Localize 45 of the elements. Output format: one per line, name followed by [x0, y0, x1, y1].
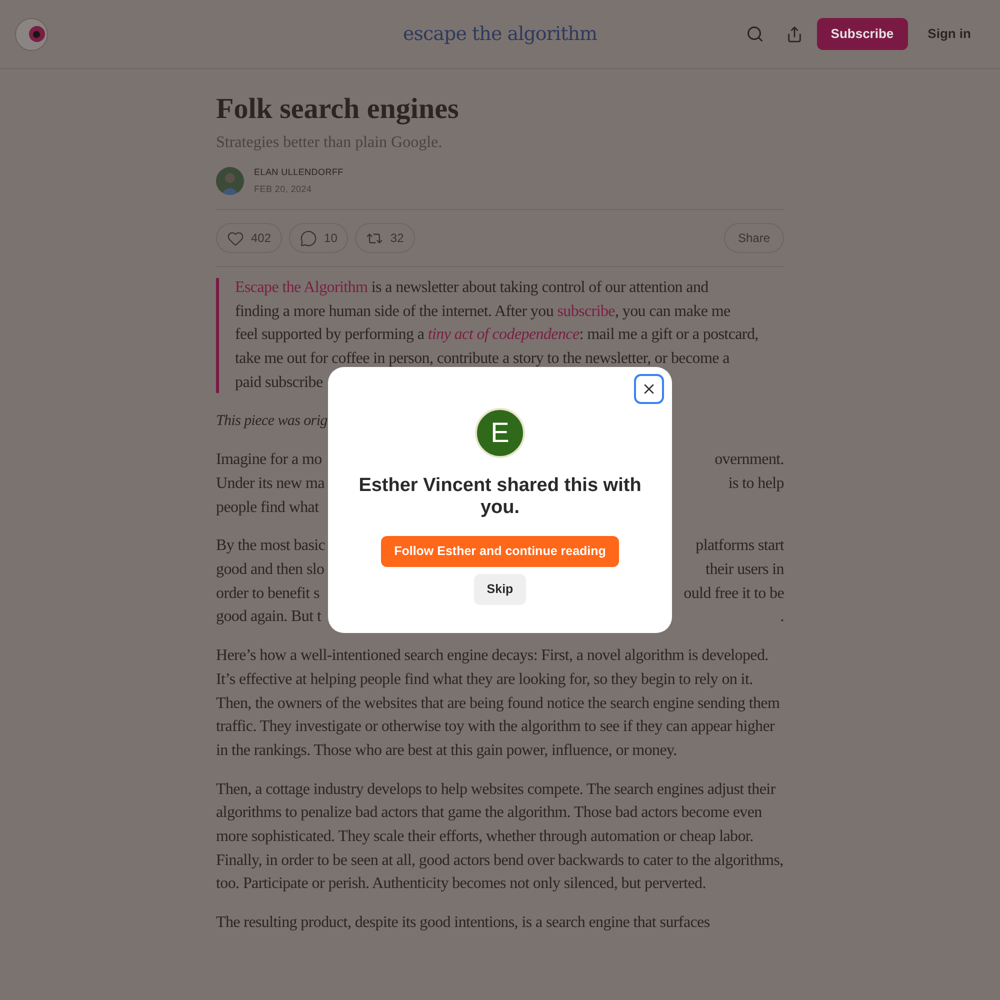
paragraph-text: Imagine for a mo	[216, 450, 322, 470]
link[interactable]: subscribe	[557, 302, 615, 320]
author-avatar[interactable]	[216, 167, 244, 195]
link[interactable]: tiny act of codependence	[428, 326, 580, 344]
paragraph-text: good again. But t	[216, 607, 322, 628]
paragraph-text: Then, a cottage industry develops to help websites compete. The search engines adjust their algorithms to penalize bad actors that game the algorithm. Those bad actors become even more sophisticated. They scale their efforts, whether through automation or cheap labor. Finally, in order to be seen at all, good actors bend over backwards to cater to the algorithms, too. Participate or perish. Authenticity becomes not only silenced, but perverted.	[216, 780, 784, 894]
paragraph-text: order to benefit s	[216, 584, 320, 604]
article-title: Folk search engines	[216, 92, 460, 127]
close-button[interactable]	[634, 374, 664, 404]
callout-text: paid subscribe	[235, 372, 323, 393]
share-button[interactable]: Share	[724, 223, 784, 253]
dialog-heading: Esther Vincent shared this with you.	[358, 475, 642, 519]
sign-in-button[interactable]: Sign in	[914, 18, 985, 50]
paragraph-text: Here’s how a well-intentioned search engine decays: First, a novel algorithm is developed. It’s effective at helping people find what they are looking for, so they begin to rely on it. Then, the owners of the websites that are being found notice the search engine sending them traffic. They investigate or otherwise toy with the algorithm to see if they can appear higher in the rankings. Those who are best at this gain power, influence, or money.	[216, 646, 781, 761]
user-avatar: E	[475, 408, 525, 458]
comment-icon	[300, 230, 318, 246]
publication-title[interactable]: escape the algorithm	[402, 20, 598, 48]
callout-text: feel supported by performing a tiny act of codependence: mail me a gift or a postcard,	[235, 325, 758, 346]
paragraph-text: By the most basic	[216, 536, 326, 556]
share-icon[interactable]	[786, 26, 803, 42]
link[interactable]: Escape the Algorithm	[235, 279, 368, 296]
paragraph-text: This piece was orig	[216, 412, 328, 431]
restack-button[interactable]: 32	[355, 223, 415, 253]
like-button[interactable]: 402	[216, 223, 282, 253]
paragraph-text: Under its new ma	[216, 474, 325, 494]
heart-icon	[227, 230, 244, 246]
paragraph-text: their users in	[706, 560, 784, 580]
paragraph-text: platforms start	[696, 536, 784, 556]
follow-button[interactable]: Follow Esther and continue reading	[381, 536, 619, 567]
paragraph-text: overnment.	[714, 450, 784, 470]
comment-button[interactable]: 10	[289, 223, 348, 253]
paragraph-text: people find what	[216, 498, 319, 518]
search-icon[interactable]	[746, 25, 764, 43]
paragraph-text: good and then slo	[216, 560, 324, 580]
callout-text: take me out for coffee in person, contribute a story to the newsletter, or become a	[235, 349, 730, 370]
paragraph-text: ould free it to be	[684, 584, 784, 604]
skip-button[interactable]: Skip	[474, 574, 526, 605]
callout-text: Escape the Algorithm is a newsletter about taking control of our attention and	[235, 278, 708, 298]
publication-logo[interactable]	[15, 18, 48, 50]
author-name[interactable]: ELAN ULLENDORFF	[254, 166, 344, 180]
callout-text: finding a more human side of the internet. After you subscribe, you can make me	[235, 302, 730, 322]
paragraph-text: is to help	[728, 474, 784, 494]
paragraph-text: The resulting product, despite its good intentions, is a search engine that surfaces	[216, 913, 711, 934]
subscribe-button[interactable]: Subscribe	[816, 18, 908, 50]
paragraph-text: .	[780, 607, 784, 628]
